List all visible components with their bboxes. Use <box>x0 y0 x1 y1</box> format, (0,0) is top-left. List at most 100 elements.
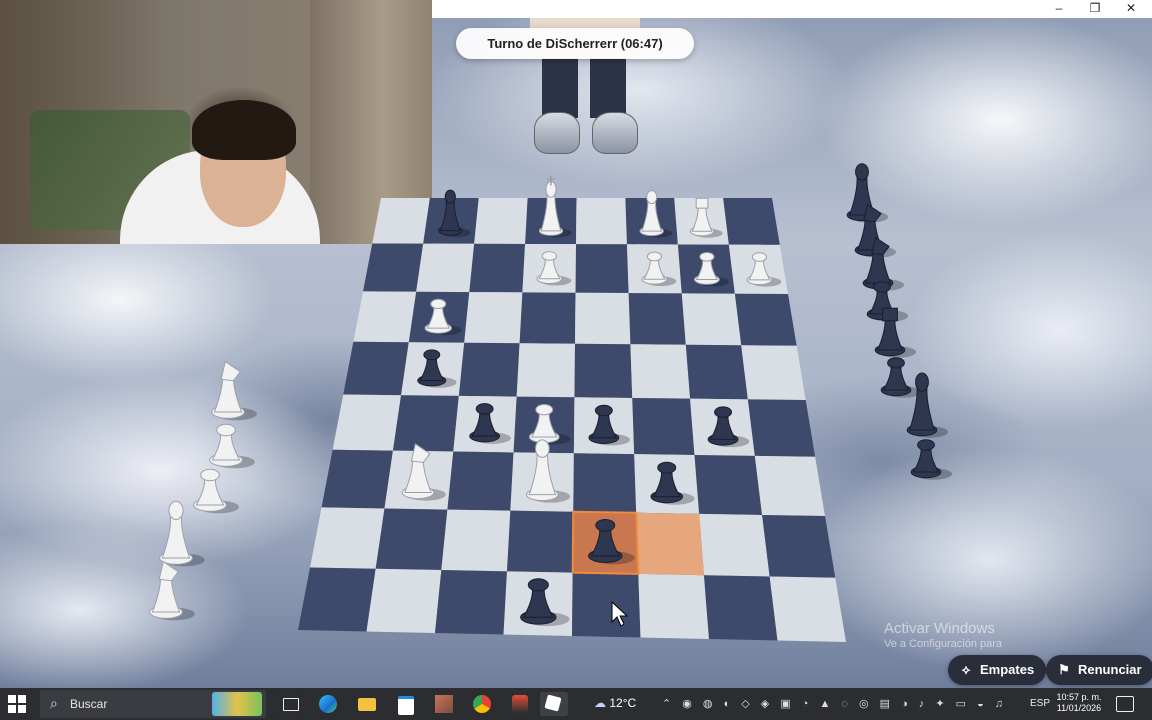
cloud-icon: ☁ <box>594 696 610 710</box>
draw-button[interactable]: ⟡ Empates <box>948 655 1047 685</box>
square-c2[interactable] <box>636 512 704 576</box>
square-d8[interactable] <box>576 198 627 245</box>
square-f1[interactable] <box>435 570 507 635</box>
avatar-left-shoe <box>534 112 580 154</box>
chrome-icon[interactable] <box>468 692 496 716</box>
edge-icon[interactable] <box>314 692 342 716</box>
handshake-icon: ⟡ <box>961 662 971 677</box>
square-a8[interactable] <box>723 198 780 245</box>
square-h6[interactable] <box>353 291 417 343</box>
square-b8[interactable] <box>674 198 729 245</box>
square-g2[interactable] <box>375 508 448 571</box>
search-highlight-image[interactable] <box>212 692 262 716</box>
square-f7[interactable] <box>469 243 526 293</box>
square-d2[interactable] <box>572 511 639 574</box>
square-a2[interactable] <box>762 514 836 578</box>
square-b2[interactable] <box>699 513 770 577</box>
square-c1[interactable] <box>638 573 709 639</box>
square-a6[interactable] <box>734 293 797 346</box>
game-app-icon[interactable] <box>506 692 534 716</box>
square-c4[interactable] <box>632 397 695 456</box>
square-f3[interactable] <box>447 451 514 511</box>
flag-icon: ⚑ <box>1058 662 1070 677</box>
language-indicator[interactable]: ESP <box>1030 698 1050 709</box>
square-b3[interactable] <box>694 455 763 515</box>
square-f4[interactable] <box>453 395 517 453</box>
square-g7[interactable] <box>416 243 475 293</box>
square-c3[interactable] <box>634 454 700 514</box>
square-d3[interactable] <box>573 453 637 513</box>
avatar-left-leg <box>542 58 578 118</box>
square-c8[interactable] <box>625 198 678 245</box>
square-b5[interactable] <box>685 344 748 400</box>
taskbar-clock[interactable]: 10:57 p. m. 11/01/2026 <box>1050 692 1108 714</box>
square-a4[interactable] <box>747 399 816 457</box>
square-h4[interactable] <box>332 394 402 451</box>
square-a3[interactable] <box>754 455 826 517</box>
taskbar-search-placeholder: Buscar <box>70 697 108 711</box>
roblox-icon[interactable] <box>540 692 568 716</box>
square-b7[interactable] <box>677 244 735 294</box>
square-d6[interactable] <box>575 292 631 345</box>
system-tray-icons[interactable]: ⌃ ◉ ◍ ◐ ◇ ◈ ▣ ◔ ▲ ◌ ◎ ▤ ◑ ♪ ✦ ▭ ◒ ♫ <box>662 697 1007 710</box>
square-b6[interactable] <box>681 293 742 346</box>
weather-widget[interactable]: ☁ 12°C <box>594 696 636 710</box>
square-c5[interactable] <box>630 344 691 399</box>
square-f6[interactable] <box>464 292 523 344</box>
square-g6[interactable] <box>408 291 470 343</box>
maximize-button[interactable]: ❐ <box>1078 0 1112 18</box>
square-e1[interactable] <box>503 571 573 636</box>
resign-button[interactable]: ⚑ Renunciar <box>1046 655 1152 685</box>
app-thumbnail-icon[interactable] <box>430 692 458 716</box>
square-d1[interactable] <box>572 572 641 638</box>
clock-date: 11/01/2026 <box>1056 703 1102 713</box>
square-h5[interactable] <box>343 341 409 396</box>
square-c7[interactable] <box>626 244 682 294</box>
square-c6[interactable] <box>628 293 686 345</box>
store-icon[interactable] <box>392 692 420 716</box>
square-h2[interactable] <box>310 507 385 569</box>
weather-temperature: 12°C <box>609 696 637 710</box>
notification-center-icon[interactable] <box>1116 696 1134 712</box>
square-d4[interactable] <box>573 397 635 455</box>
task-view-icon[interactable] <box>276 692 304 716</box>
square-e2[interactable] <box>506 510 574 573</box>
square-a1[interactable] <box>769 576 846 642</box>
close-button[interactable]: ✕ <box>1114 0 1148 18</box>
square-e7[interactable] <box>522 243 577 293</box>
turn-indicator: Turno de DiScherrerr (06:47) <box>456 28 694 59</box>
draw-button-label: Empates <box>980 662 1035 677</box>
square-h3[interactable] <box>321 449 393 509</box>
minimize-button[interactable]: – <box>1042 0 1076 18</box>
square-f2[interactable] <box>441 509 511 572</box>
taskbar: ⌕ Buscar ☁ 12°C ⌃ ◉ ◍ ◐ ◇ ◈ ▣ ◔ ▲ ◌ ◎ ▤ … <box>0 688 1152 720</box>
square-e8[interactable] <box>525 198 577 245</box>
start-button[interactable] <box>8 695 26 713</box>
square-h1[interactable] <box>298 567 376 632</box>
search-icon: ⌕ <box>50 695 58 711</box>
webcam-overlay <box>0 0 432 244</box>
square-g1[interactable] <box>366 568 442 633</box>
square-e4[interactable] <box>513 396 575 454</box>
square-a7[interactable] <box>728 244 789 295</box>
square-f8[interactable] <box>474 198 528 244</box>
square-g4[interactable] <box>392 395 459 452</box>
square-g8[interactable] <box>423 198 479 244</box>
resign-button-label: Renunciar <box>1078 662 1142 677</box>
square-b4[interactable] <box>690 398 755 456</box>
square-h8[interactable] <box>372 198 430 244</box>
clock-time: 10:57 p. m. <box>1056 692 1102 702</box>
activate-windows-title: Activar Windows <box>884 620 995 637</box>
square-e6[interactable] <box>519 292 576 344</box>
square-g3[interactable] <box>384 450 454 510</box>
square-e5[interactable] <box>516 343 576 398</box>
file-explorer-icon[interactable] <box>353 692 381 716</box>
square-b1[interactable] <box>703 575 778 641</box>
square-e3[interactable] <box>510 452 574 512</box>
square-g5[interactable] <box>401 342 465 396</box>
square-d7[interactable] <box>575 244 629 294</box>
square-d5[interactable] <box>574 343 633 398</box>
square-f5[interactable] <box>458 342 520 397</box>
square-a5[interactable] <box>741 345 806 401</box>
square-h7[interactable] <box>363 243 424 292</box>
